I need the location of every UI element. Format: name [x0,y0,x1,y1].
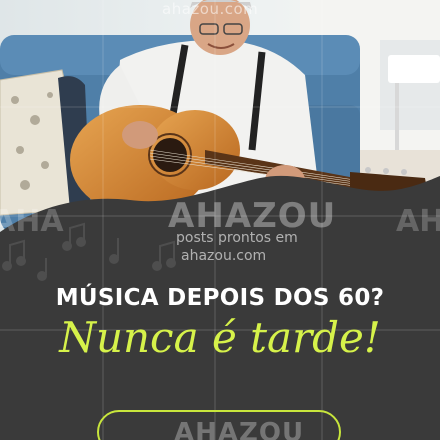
dark-wave-panel [0,175,440,440]
cta-outline-button[interactable] [97,410,341,440]
headline: MÚSICA DEPOIS DOS 60? [55,285,385,311]
post-canvas: ahazou.com AHA AHAZOU AH posts prontos e… [0,0,440,440]
script-tagline: Nunca é tarde! [59,313,381,362]
